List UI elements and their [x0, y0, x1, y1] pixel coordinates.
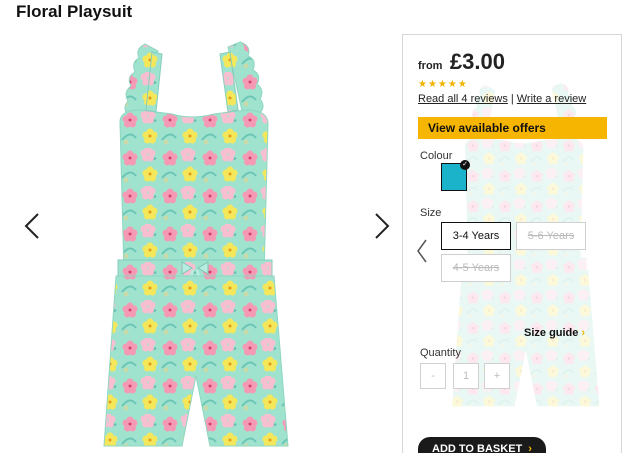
colour-swatch-teal[interactable]: ✓ — [441, 160, 470, 191]
size-guide-link[interactable]: Size guide › — [524, 327, 585, 339]
quantity-plus-button[interactable]: + — [484, 363, 510, 389]
size-option-5-6-years[interactable]: 5-6 Years — [516, 222, 586, 250]
colour-label: Colour — [420, 150, 453, 162]
price: £3.00 — [449, 49, 505, 74]
write-review-link[interactable]: Write a review — [517, 93, 586, 105]
product-title: Floral Playsuit — [16, 2, 133, 21]
size-option-4-5-years[interactable]: 4-5 Years — [441, 254, 511, 282]
check-icon: ✓ — [460, 160, 470, 170]
size-label: Size — [420, 207, 442, 219]
price-row: from £3.00 — [418, 49, 505, 75]
gallery-next-button[interactable] — [368, 211, 394, 241]
rating-stars-icon: ★★★★★ — [418, 79, 468, 90]
quantity-input[interactable]: 1 — [453, 363, 479, 389]
arrow-right-icon: › — [581, 327, 586, 339]
size-option-3-4-years[interactable]: 3-4 Years — [441, 222, 511, 250]
product-image[interactable] — [80, 34, 330, 452]
chevron-right-icon — [375, 213, 390, 239]
price-prefix: from — [418, 60, 443, 72]
product-gallery — [0, 28, 400, 452]
reviews-links: Read all 4 reviews | Write a review — [418, 93, 586, 105]
gallery-prev-button[interactable] — [20, 211, 46, 241]
size-prev-icon[interactable] — [416, 238, 428, 264]
link-separator: | — [510, 93, 514, 105]
view-offers-button[interactable]: View available offers — [418, 117, 607, 139]
quantity-minus-button[interactable]: - — [420, 363, 446, 389]
product-options-panel: from £3.00 ★★★★★ Read all 4 reviews | Writ… — [402, 34, 622, 453]
read-reviews-link[interactable]: Read all 4 reviews — [418, 93, 508, 105]
chevron-left-icon — [24, 213, 39, 239]
size-guide-label: Size guide — [524, 327, 579, 339]
quantity-label: Quantity — [420, 347, 461, 359]
add-to-basket-button[interactable]: ADD TO BASKET › — [418, 437, 546, 453]
